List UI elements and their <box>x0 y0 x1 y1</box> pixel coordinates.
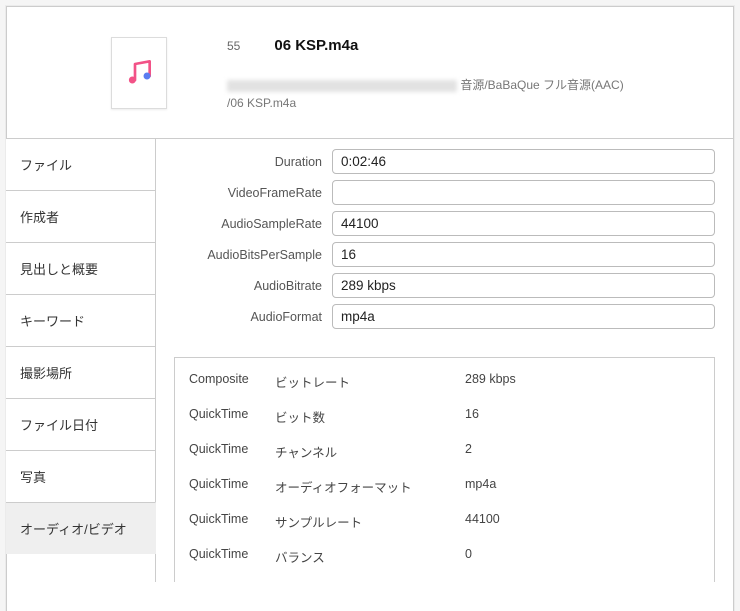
detail-category: QuickTime <box>189 442 275 461</box>
field-input-Duration[interactable] <box>332 149 715 174</box>
file-title: 06 KSP.m4a <box>274 37 358 54</box>
raw-metadata-table: Compositeビットレート289 kbpsQuickTimeビット数16Qu… <box>174 357 715 582</box>
detail-value: mp4a <box>465 477 700 496</box>
field-row-5: AudioFormat <box>174 304 715 329</box>
inspector-window: 55 06 KSP.m4a 音源/BaBaQue フル音源(AAC) /06 K… <box>6 6 734 611</box>
field-row-2: AudioSampleRate <box>174 211 715 236</box>
detail-row: QuickTimeサンプルレート44100 <box>175 504 714 539</box>
field-row-4: AudioBitrate <box>174 273 715 298</box>
tab-2[interactable]: 見出しと概要 <box>6 242 155 294</box>
field-label: AudioBitsPerSample <box>174 248 322 262</box>
detail-row: QuickTimeバランス0 <box>175 539 714 574</box>
field-input-AudioBitsPerSample[interactable] <box>332 242 715 267</box>
detail-key: オーディオフォーマット <box>275 477 465 496</box>
detail-value: 2 <box>465 442 700 461</box>
detail-value: 0 <box>465 547 700 566</box>
detail-value: 16 <box>465 407 700 426</box>
field-row-1: VideoFrameRate <box>174 180 715 205</box>
detail-category: QuickTime <box>189 547 275 566</box>
field-input-AudioSampleRate[interactable] <box>332 211 715 236</box>
file-header: 55 06 KSP.m4a 音源/BaBaQue フル音源(AAC) /06 K… <box>7 7 733 138</box>
detail-row: Compositeビットレート289 kbps <box>175 364 714 399</box>
tab-1[interactable]: 作成者 <box>6 190 155 242</box>
tab-3[interactable]: キーワード <box>6 294 155 346</box>
detail-row: QuickTimeビット数16 <box>175 399 714 434</box>
category-tabs: ファイル作成者見出しと概要キーワード撮影場所ファイル日付写真オーディオ/ビデオ <box>6 138 156 582</box>
tab-7[interactable]: オーディオ/ビデオ <box>6 502 156 554</box>
file-index: 55 <box>227 39 240 53</box>
detail-row: QuickTimeオーディオフォーマットmp4a <box>175 469 714 504</box>
field-row-3: AudioBitsPerSample <box>174 242 715 267</box>
detail-value: 44100 <box>465 512 700 531</box>
field-row-0: Duration <box>174 149 715 174</box>
detail-row: QuickTimeチャンネル2 <box>175 434 714 469</box>
field-input-VideoFrameRate[interactable] <box>332 180 715 205</box>
detail-key: サンプルレート <box>275 512 465 531</box>
field-input-AudioBitrate[interactable] <box>332 273 715 298</box>
detail-category: QuickTime <box>189 477 275 496</box>
field-label: AudioSampleRate <box>174 217 322 231</box>
detail-category: Composite <box>189 372 275 391</box>
redacted-path-segment <box>227 80 457 92</box>
tab-0[interactable]: ファイル <box>6 138 155 190</box>
tab-4[interactable]: 撮影場所 <box>6 346 155 398</box>
field-label: AudioFormat <box>174 310 322 324</box>
tab-5[interactable]: ファイル日付 <box>6 398 155 450</box>
field-label: VideoFrameRate <box>174 186 322 200</box>
music-note-icon <box>123 56 155 91</box>
field-label: Duration <box>174 155 322 169</box>
field-input-AudioFormat[interactable] <box>332 304 715 329</box>
detail-key: ビット数 <box>275 407 465 426</box>
detail-category: QuickTime <box>189 512 275 531</box>
detail-key: チャンネル <box>275 442 465 461</box>
tab-6[interactable]: 写真 <box>6 450 155 502</box>
detail-key: ビットレート <box>275 372 465 391</box>
tab-content: Duration VideoFrameRate AudioSampleRate Aud… <box>156 138 733 582</box>
detail-key: バランス <box>275 547 465 566</box>
file-path: 音源/BaBaQue フル音源(AAC) /06 KSP.m4a <box>227 76 709 112</box>
file-thumbnail <box>111 37 167 109</box>
field-label: AudioBitrate <box>174 279 322 293</box>
detail-value: 289 kbps <box>465 372 700 391</box>
detail-category: QuickTime <box>189 407 275 426</box>
property-form: Duration VideoFrameRate AudioSampleRate Aud… <box>174 149 715 329</box>
